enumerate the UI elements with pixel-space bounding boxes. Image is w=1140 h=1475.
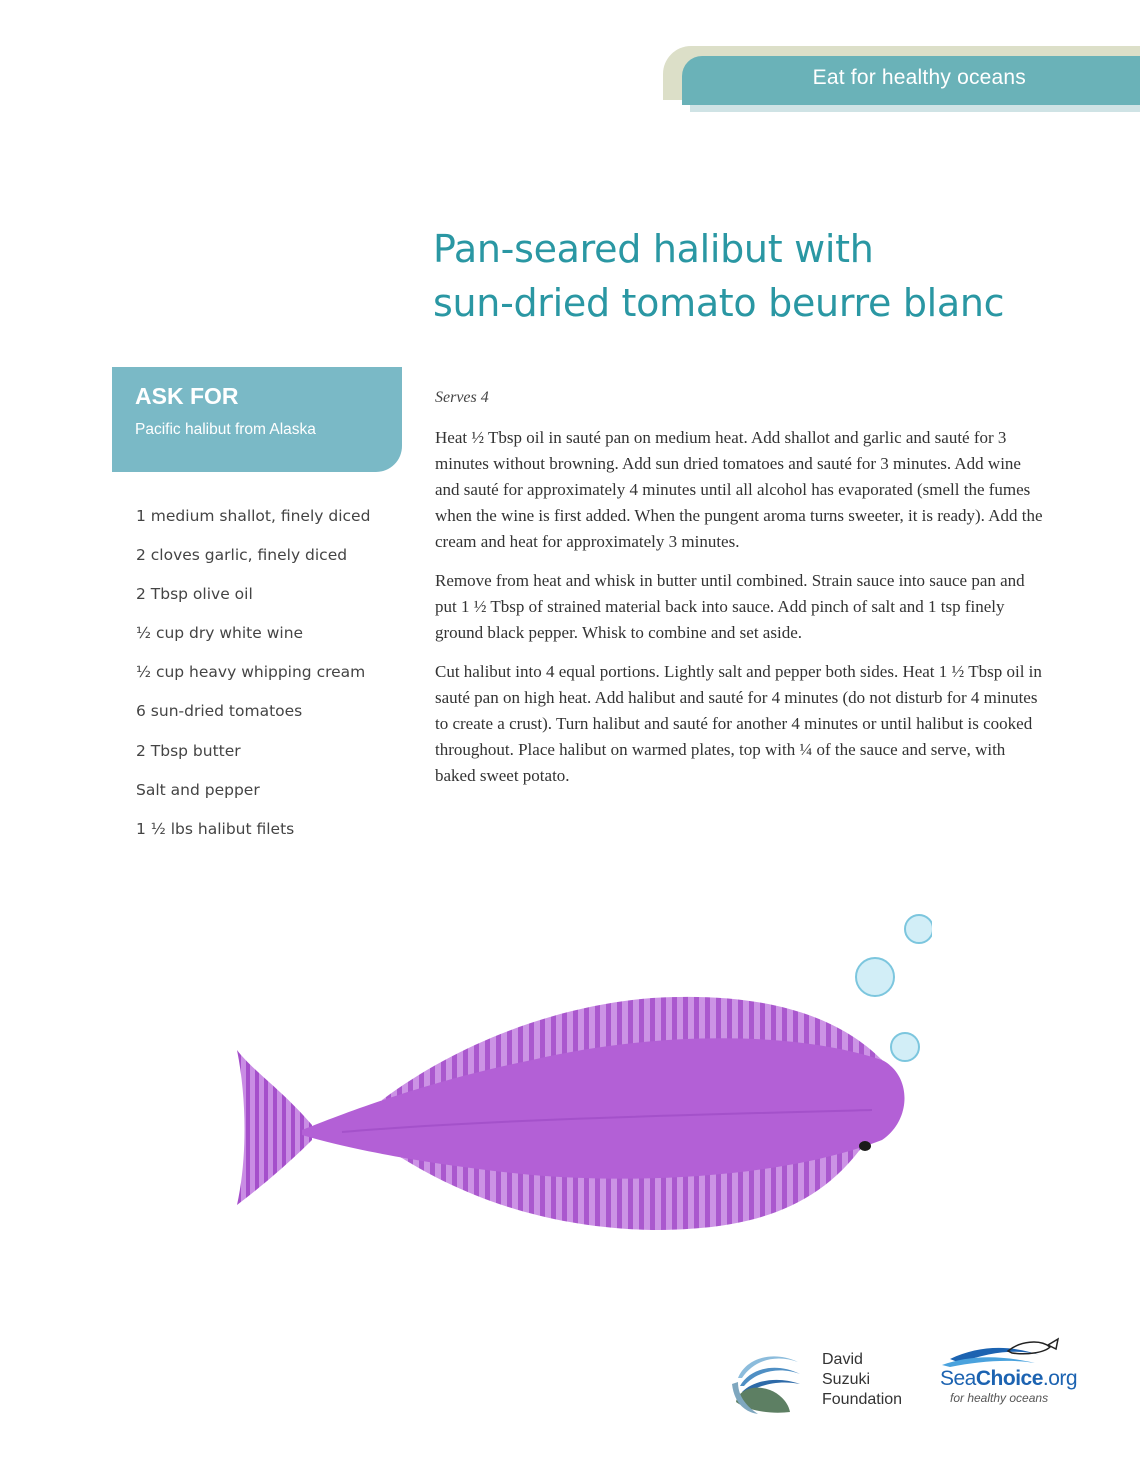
dsf-line: Suzuki bbox=[822, 1371, 871, 1388]
ingredient-item: 2 Tbsp olive oil bbox=[136, 585, 253, 604]
ingredient-item: Salt and pepper bbox=[136, 780, 260, 799]
seachoice-wordmark: SeaChoice.org bbox=[940, 1367, 1078, 1391]
recipe-title: Pan-seared halibut with sun-dried tomato… bbox=[433, 222, 1113, 330]
recipe-title-line2: sun-dried tomato beurre blanc bbox=[433, 281, 1005, 325]
ingredient-item: 1 medium shallot, finely diced bbox=[136, 507, 371, 525]
seachoice-org: .org bbox=[1042, 1367, 1078, 1390]
serves-note: Serves 4 bbox=[435, 389, 489, 406]
seachoice-choice: Choice bbox=[975, 1367, 1044, 1390]
method-paragraph: Heat ½ Tbsp oil in sauté pan on medium h… bbox=[435, 428, 1043, 551]
dsf-line: David bbox=[822, 1351, 863, 1368]
dsf-logo bbox=[732, 1356, 800, 1414]
dsf-logo-text: David Suzuki Foundation bbox=[822, 1350, 902, 1410]
seachoice-logo: SeaChoice.org for healthy oceans bbox=[940, 1337, 1080, 1407]
ask-for-text: Pacific halibut from Alaska bbox=[135, 421, 316, 438]
bubbles-icon bbox=[855, 914, 932, 1062]
ingredient-item: 2 cloves garlic, finely diced bbox=[136, 546, 348, 565]
ingredient-item: 1 ½ lbs halibut filets bbox=[136, 819, 295, 838]
seachoice-sea: Sea bbox=[940, 1367, 976, 1390]
ingredient-item: 6 sun-dried tomatoes bbox=[136, 702, 303, 721]
method-paragraph: Cut halibut into 4 equal portions. Light… bbox=[435, 662, 1042, 785]
halibut-illustration bbox=[237, 914, 932, 1230]
seachoice-tagline: for healthy oceans bbox=[950, 1391, 1049, 1405]
ingredient-item: 2 Tbsp butter bbox=[136, 741, 241, 760]
ingredient-item: ½ cup dry white wine bbox=[136, 624, 304, 643]
ask-for-heading: ASK FOR bbox=[135, 383, 239, 409]
seachoice-fish-icon bbox=[942, 1337, 1060, 1367]
recipe-title-line1: Pan-seared halibut with bbox=[433, 227, 874, 271]
header-tagline: Eat for healthy oceans bbox=[812, 66, 1026, 89]
dsf-line: Foundation bbox=[822, 1391, 903, 1408]
ingredient-list: 1 medium shallot, finely diced 2 cloves … bbox=[136, 505, 370, 857]
method-text: Heat ½ Tbsp oil in sauté pan on medium h… bbox=[435, 425, 1045, 802]
header-banner-line bbox=[690, 105, 1140, 112]
ask-for-box: ASK FOR Pacific halibut from Alaska bbox=[112, 367, 402, 472]
method-paragraph: Remove from heat and whisk in butter unt… bbox=[435, 571, 1025, 642]
ingredient-item: ½ cup heavy whipping cream bbox=[136, 663, 366, 682]
